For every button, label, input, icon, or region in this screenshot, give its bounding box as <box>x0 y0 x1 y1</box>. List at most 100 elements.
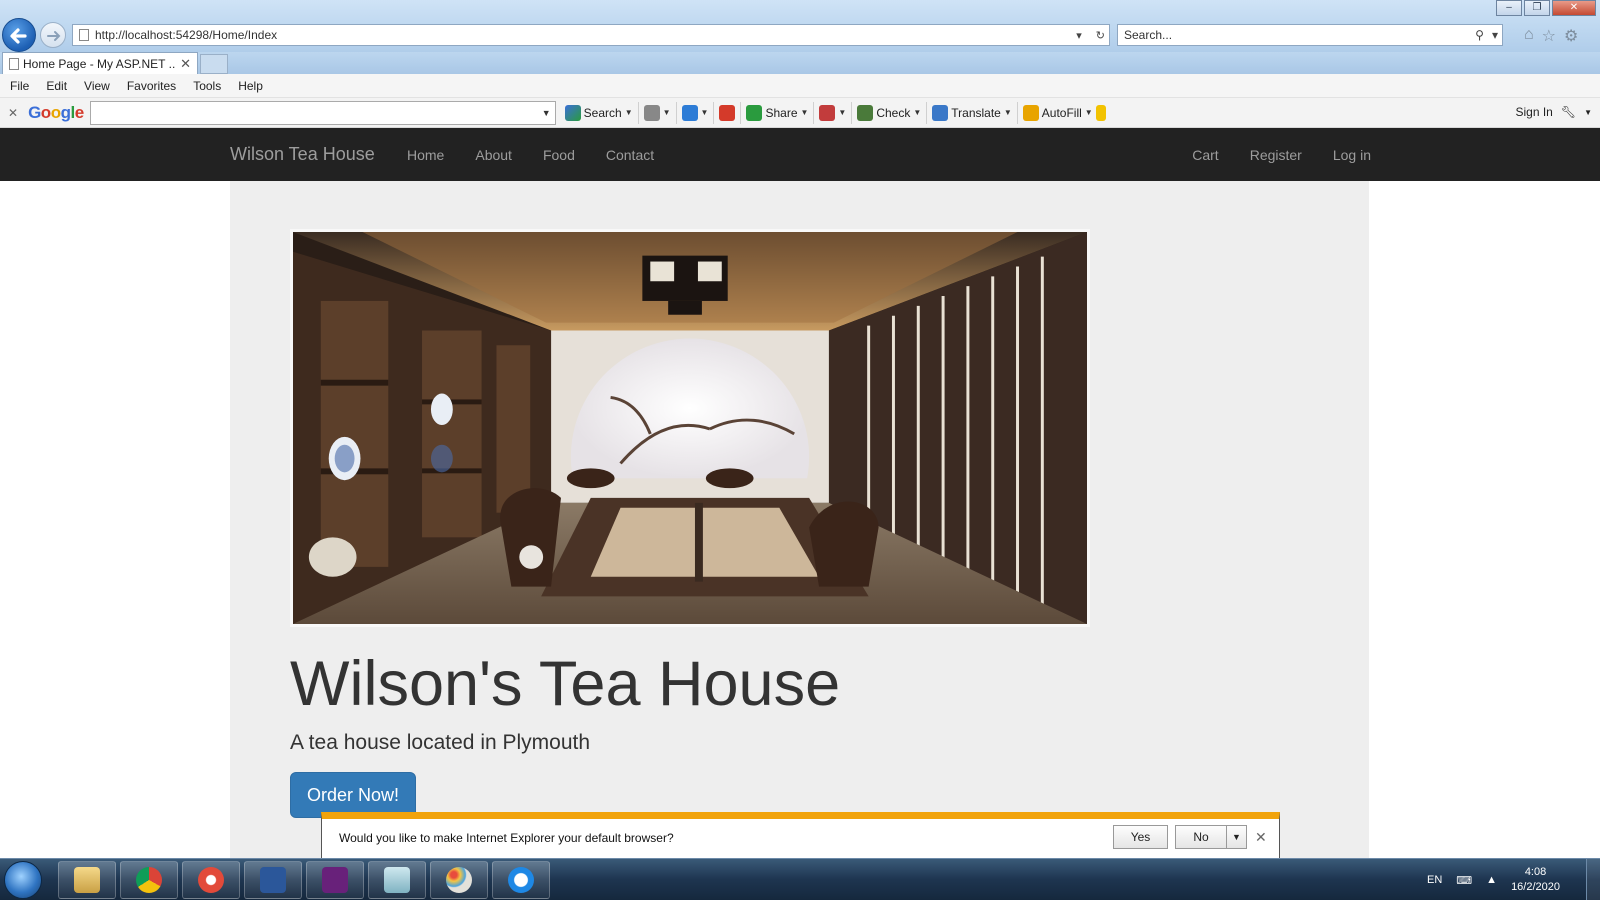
address-url[interactable]: http://localhost:54298/Home/Index <box>95 28 1066 42</box>
google-plus-button[interactable] <box>714 101 742 124</box>
sign-in-link[interactable]: Sign In <box>1515 105 1552 119</box>
taskbar-visual-studio[interactable] <box>306 861 364 899</box>
taskbar-app-generic[interactable] <box>368 861 426 899</box>
google-search-input[interactable]: ▼ <box>89 100 556 125</box>
chevron-down-icon[interactable]: ▼ <box>542 108 551 118</box>
chevron-down-icon[interactable]: ▼ <box>1085 108 1093 117</box>
chevron-down-icon[interactable]: ▼ <box>1004 108 1012 117</box>
default-browser-notification: Would you like to make Internet Explorer… <box>321 812 1280 860</box>
hero-image <box>290 229 1090 627</box>
translate-button[interactable]: Translate ▼ <box>927 101 1018 124</box>
tab-home-page[interactable]: Home Page - My ASP.NET ... ✕ <box>2 52 198 74</box>
menu-favorites[interactable]: Favorites <box>127 79 176 93</box>
back-arrow-icon <box>10 28 27 44</box>
google-plus-icon <box>719 104 736 121</box>
nav-login[interactable]: Log in <box>1333 147 1371 163</box>
taskbar-internet-explorer[interactable] <box>492 861 550 899</box>
highlighter-icon[interactable] <box>1095 104 1106 121</box>
forward-button[interactable] <box>40 22 66 48</box>
gear-icon[interactable]: ⚙ <box>1564 26 1578 46</box>
menu-file[interactable]: File <box>10 79 29 93</box>
app-icon <box>384 867 410 893</box>
search-icon[interactable]: ⚲ <box>1471 28 1488 42</box>
translate-label: Translate <box>951 105 1001 120</box>
internet-explorer-icon <box>508 867 534 893</box>
chevron-down-icon[interactable]: ▼ <box>1226 826 1246 848</box>
chevron-down-icon[interactable]: ▼ <box>701 108 709 117</box>
restore-button[interactable]: ❐ <box>1524 0 1550 16</box>
favorites-star-icon[interactable]: ☆ <box>1542 26 1556 46</box>
wrench-icon[interactable]: 🔧︎ <box>1561 105 1576 119</box>
search-dropdown-icon[interactable]: ▾ <box>1488 28 1502 42</box>
browser-toolbar-icons: ⌂ ☆ ⚙ <box>1524 26 1578 46</box>
minimize-button[interactable]: – <box>1496 0 1522 16</box>
tea-room-illustration <box>293 232 1087 624</box>
site-brand[interactable]: Wilson Tea House <box>230 144 375 165</box>
windows-taskbar: EN ⌨ ▲ 4:08 16/2/2020 <box>0 858 1600 900</box>
menu-view[interactable]: View <box>84 79 110 93</box>
taskbar-microsoft-word[interactable] <box>244 861 302 899</box>
chevron-down-icon[interactable]: ▼ <box>663 108 671 117</box>
clock[interactable]: 4:08 16/2/2020 <box>1511 865 1560 895</box>
notification-yes-button[interactable]: Yes <box>1113 825 1168 849</box>
menu-bar: File Edit View Favorites Tools Help <box>0 74 1600 98</box>
nav-register[interactable]: Register <box>1250 147 1302 163</box>
google-search-button[interactable]: Search ▼ <box>560 101 639 124</box>
google-search-label: Search <box>583 105 622 120</box>
chevron-down-icon[interactable]: ▼ <box>625 108 633 117</box>
taskbar-google-chrome[interactable] <box>120 861 178 899</box>
nav-cart[interactable]: Cart <box>1192 147 1218 163</box>
popup-blocker-button[interactable]: ▼ <box>814 101 853 124</box>
close-tab-icon[interactable]: ✕ <box>180 56 191 72</box>
nav-about[interactable]: About <box>475 147 512 163</box>
share-button[interactable]: Share ▼ <box>741 101 815 124</box>
nav-food[interactable]: Food <box>543 147 575 163</box>
clock-date: 16/2/2020 <box>1511 881 1560 893</box>
refresh-icon[interactable]: ↻ <box>1092 29 1109 42</box>
new-tab-button[interactable] <box>200 54 228 74</box>
chevron-down-icon[interactable]: ▼ <box>913 108 921 117</box>
share-icon <box>746 104 763 121</box>
nav-contact[interactable]: Contact <box>606 147 654 163</box>
taskbar-chrome-app[interactable] <box>182 861 240 899</box>
close-notification-icon[interactable]: ✕ <box>1255 829 1267 846</box>
nav-home[interactable]: Home <box>407 147 444 163</box>
address-dropdown-icon[interactable]: ▾ <box>1072 29 1086 42</box>
show-desktop-button[interactable] <box>1586 859 1600 900</box>
chrome-app-icon <box>198 867 224 893</box>
tray-expand-icon[interactable]: ▲ <box>1486 874 1497 886</box>
autofill-button[interactable]: AutoFill ▼ <box>1018 102 1111 124</box>
spell-check-button[interactable]: Check ▼ <box>852 101 928 124</box>
notification-no-button[interactable]: No ▼ <box>1175 825 1247 849</box>
site-navbar: Wilson Tea House Home About Food Contact… <box>0 128 1600 181</box>
language-indicator[interactable]: EN <box>1427 874 1442 886</box>
menu-edit[interactable]: Edit <box>46 79 67 93</box>
autofill-label: AutoFill <box>1041 105 1082 120</box>
page-tools-button[interactable]: ▼ <box>639 101 677 124</box>
taskbar-paint[interactable] <box>430 861 488 899</box>
chevron-down-icon[interactable]: ▼ <box>838 108 846 117</box>
menu-help[interactable]: Help <box>238 79 263 93</box>
menu-tools[interactable]: Tools <box>193 79 221 93</box>
keyboard-icon[interactable]: ⌨ <box>1456 874 1472 887</box>
page-title: Wilson's Tea House <box>290 649 841 719</box>
browser-search-placeholder[interactable]: Search... <box>1124 28 1471 42</box>
notification-message: Would you like to make Internet Explorer… <box>339 831 674 845</box>
site-account-links: Cart Register Log in <box>1192 147 1371 163</box>
browser-search-box[interactable]: Search... ⚲ ▾ <box>1117 24 1503 46</box>
puzzle-button[interactable]: ▼ <box>677 101 715 124</box>
chevron-down-icon[interactable]: ▼ <box>801 108 809 117</box>
page-subtitle: A tea house located in Plymouth <box>290 731 591 754</box>
page-icon <box>9 57 19 70</box>
home-icon[interactable]: ⌂ <box>1524 26 1534 46</box>
chevron-down-icon[interactable]: ▼ <box>1584 108 1592 117</box>
close-toolbar-icon[interactable]: ✕ <box>8 106 18 120</box>
taskbar-windows-explorer[interactable] <box>58 861 116 899</box>
page-icon <box>79 29 89 41</box>
paint-palette-icon <box>446 867 472 893</box>
close-window-button[interactable]: ✕ <box>1552 0 1596 16</box>
address-bar[interactable]: http://localhost:54298/Home/Index ▾ ↻ <box>72 24 1110 46</box>
start-button[interactable] <box>4 861 42 899</box>
tab-bar: Home Page - My ASP.NET ... ✕ <box>0 52 1600 74</box>
back-button[interactable] <box>2 18 36 52</box>
